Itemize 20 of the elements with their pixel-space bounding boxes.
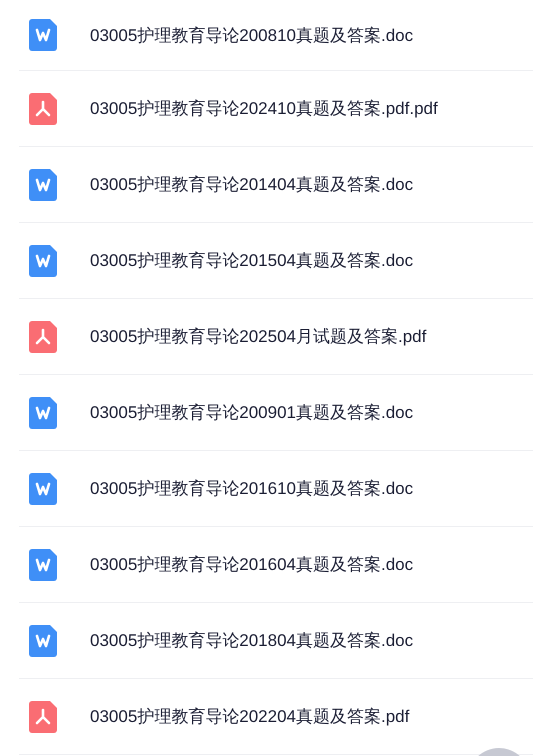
word-file-icon	[29, 19, 57, 51]
pdf-file-icon	[29, 700, 57, 732]
file-name[interactable]: 03005护理教育导论201804真题及答案.doc	[90, 629, 414, 652]
word-file-icon	[29, 396, 57, 428]
pdf-file-icon	[29, 92, 57, 124]
word-file-icon	[29, 168, 57, 200]
word-file-icon	[29, 548, 57, 580]
word-file-icon	[29, 624, 57, 656]
file-name[interactable]: 03005护理教育导论201404真题及答案.doc	[90, 173, 414, 196]
word-file-icon	[29, 244, 57, 276]
pdf-file-icon	[29, 320, 57, 352]
file-name[interactable]: 03005护理教育导论201604真题及答案.doc	[90, 553, 414, 576]
file-name[interactable]: 03005护理教育导论202504月试题及答案.pdf	[90, 325, 426, 348]
file-name[interactable]: 03005护理教育导论201504真题及答案.doc	[90, 249, 414, 272]
file-name[interactable]: 03005护理教育导论202410真题及答案.pdf.pdf	[90, 97, 438, 120]
file-name[interactable]: 03005护理教育导论200901真题及答案.doc	[90, 401, 414, 424]
file-name[interactable]: 03005护理教育导论202204真题及答案.pdf	[90, 705, 410, 728]
word-file-icon	[29, 472, 57, 504]
file-name[interactable]: 03005护理教育导论201610真题及答案.doc	[90, 477, 414, 500]
file-name[interactable]: 03005护理教育导论200810真题及答案.doc	[90, 24, 414, 46]
